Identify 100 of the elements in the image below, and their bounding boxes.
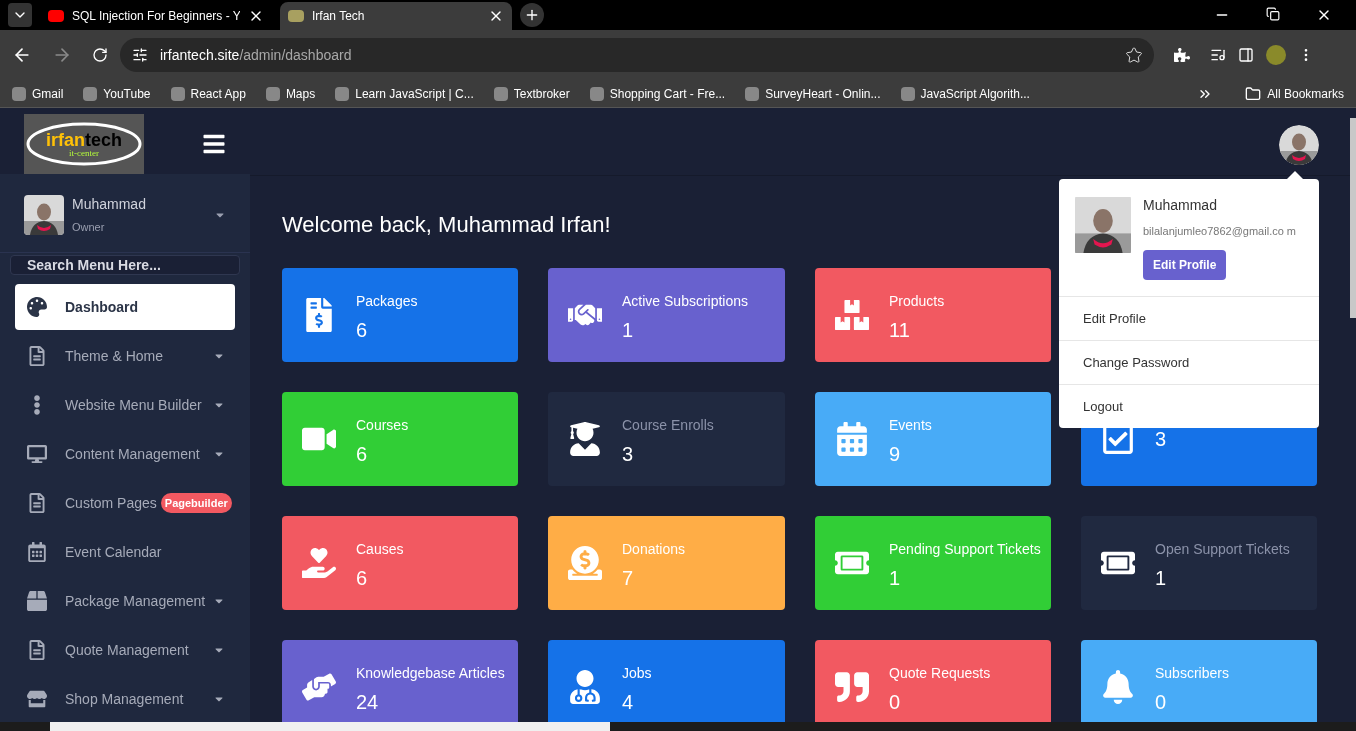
card-label: Courses: [356, 415, 409, 435]
calendar-icon: [27, 542, 47, 562]
card-label: Course Enrolls: [622, 415, 714, 435]
logo-subtext: it-center: [69, 148, 99, 158]
document-icon: [27, 493, 47, 513]
bookmark[interactable]: Gmail: [12, 84, 64, 103]
site-settings-icon[interactable]: [132, 47, 148, 63]
scrollbar[interactable]: [1350, 118, 1356, 318]
folder-icon: [1245, 85, 1262, 102]
puzzle-icon[interactable]: [1174, 47, 1190, 63]
profile-icon[interactable]: [1266, 45, 1286, 65]
avatar-button[interactable]: [1279, 124, 1319, 165]
star-icon[interactable]: [1126, 47, 1142, 63]
coin-icon: [568, 546, 602, 580]
new-tab-button[interactable]: [520, 3, 544, 27]
card-value: 3: [1155, 429, 1167, 449]
favicon-icon: [170, 86, 185, 101]
user-name: Muhammad: [72, 195, 147, 214]
card-label: Quote Requests: [889, 663, 991, 683]
badge: Pagebuilder: [160, 492, 232, 514]
sidebar-item[interactable]: Dashboard: [15, 284, 235, 330]
sidebar-item[interactable]: Content Management: [15, 431, 235, 477]
document-icon: [27, 640, 47, 660]
palette-icon: [27, 297, 47, 317]
sidebar-item[interactable]: Package Management: [15, 578, 235, 624]
edit-profile-button[interactable]: Edit Profile: [1143, 250, 1227, 280]
tab-title: Irfan Tech: [312, 8, 366, 25]
profile-email: bilalanjumleo7862@gmail.co m: [1143, 224, 1298, 239]
stat-card[interactable]: Active Subscriptions 1: [548, 268, 785, 362]
sidebar-item[interactable]: Custom Pages Pagebuilder: [15, 480, 235, 526]
bookmark[interactable]: SurveyHeart - Onlin...: [745, 84, 881, 103]
bookmark[interactable]: React App: [170, 84, 246, 103]
monitor-icon: [27, 444, 47, 464]
sidebar-item[interactable]: Shop Management: [15, 676, 235, 722]
reload-icon[interactable]: [92, 47, 108, 63]
box-icon: [27, 591, 47, 611]
side-panel-icon[interactable]: [1238, 47, 1254, 63]
menu-item[interactable]: Change Password: [1059, 340, 1319, 384]
quote-icon: [835, 670, 869, 704]
bookmark[interactable]: JavaScript Algorith...: [900, 84, 1030, 103]
bookmark[interactable]: Textbroker: [493, 84, 570, 103]
card-value: 6: [356, 567, 369, 588]
restore-icon[interactable]: [1266, 7, 1280, 21]
card-label: Subscribers: [1155, 663, 1229, 683]
calendar-icon: [835, 422, 869, 456]
card-value: 9: [889, 443, 902, 464]
media-icon[interactable]: [1210, 47, 1226, 63]
card-label: Knowledgebase Articles: [356, 663, 505, 683]
sidebar-item[interactable]: Website Menu Builder: [15, 382, 235, 428]
tab-list-button[interactable]: [8, 3, 32, 27]
bookmark[interactable]: Maps: [265, 84, 316, 103]
card-value: 4: [622, 691, 635, 712]
card-value: 24: [356, 691, 380, 712]
card-value: 6: [356, 443, 369, 464]
favicon-icon: [589, 86, 604, 101]
search-field[interactable]: Search Menu Here...: [10, 254, 240, 275]
stat-card[interactable]: Products 11: [815, 268, 1051, 362]
bookmark[interactable]: Shopping Cart - Fre...: [589, 84, 726, 103]
menu-item[interactable]: Logout: [1059, 384, 1319, 428]
card-value: 1: [889, 567, 902, 588]
card-value: 7: [622, 567, 635, 588]
address-bar[interactable]: irfantech.site/admin/dashboard: [120, 38, 1154, 72]
url-text: irfantech.site/admin/dashboard: [160, 45, 352, 65]
bookmark[interactable]: Learn JavaScript | C...: [335, 84, 474, 103]
card-label: Causes: [356, 539, 404, 559]
stat-card[interactable]: Course Enrolls 3: [548, 392, 785, 486]
favicon-icon: [900, 86, 915, 101]
stat-card[interactable]: Open Support Tickets 1: [1081, 516, 1317, 610]
stat-card[interactable]: Jobs 4: [548, 640, 785, 722]
store-icon: [27, 689, 47, 709]
favicon-icon: [745, 86, 760, 101]
boxes-icon: [835, 298, 869, 332]
sidebar-item[interactable]: Theme & Home: [15, 333, 235, 379]
logo-text: irfantech: [46, 130, 122, 149]
stat-card[interactable]: Knowledgebase Articles 24: [282, 640, 518, 722]
card-value: 6: [356, 319, 369, 340]
tab-title: SQL Injection For Beginners - Y: [72, 8, 240, 25]
menu-item[interactable]: Edit Profile: [1059, 296, 1319, 340]
hand-heart-icon: [302, 546, 336, 580]
card-value: 1: [622, 319, 635, 340]
stat-card[interactable]: Causes 6: [282, 516, 518, 610]
card-value: 0: [889, 691, 902, 712]
card-value: 0: [1155, 691, 1168, 712]
all-bookmarks[interactable]: All Bookmarks: [1245, 84, 1344, 103]
card-label: Packages: [356, 291, 418, 311]
favicon-icon: [83, 86, 98, 101]
bell-icon: [1101, 670, 1135, 704]
card-label: Events: [889, 415, 932, 435]
logo[interactable]: irfantech it-center: [24, 114, 144, 174]
card-value: 11: [889, 319, 911, 340]
sidebar-item[interactable]: Quote Management: [15, 627, 235, 673]
stat-card[interactable]: Packages 6: [282, 268, 518, 362]
favicon-icon: [265, 86, 280, 101]
browser-tab[interactable]: Irfan Tech: [280, 2, 512, 30]
stat-card[interactable]: Quote Requests 0: [815, 640, 1051, 722]
sidebar-item[interactable]: Event Calendar: [15, 529, 235, 575]
menu-icon[interactable]: [202, 132, 226, 156]
card-label: Open Support Tickets: [1155, 539, 1290, 559]
bookmark[interactable]: YouTube: [83, 84, 151, 103]
favicon-icon: [335, 86, 350, 101]
